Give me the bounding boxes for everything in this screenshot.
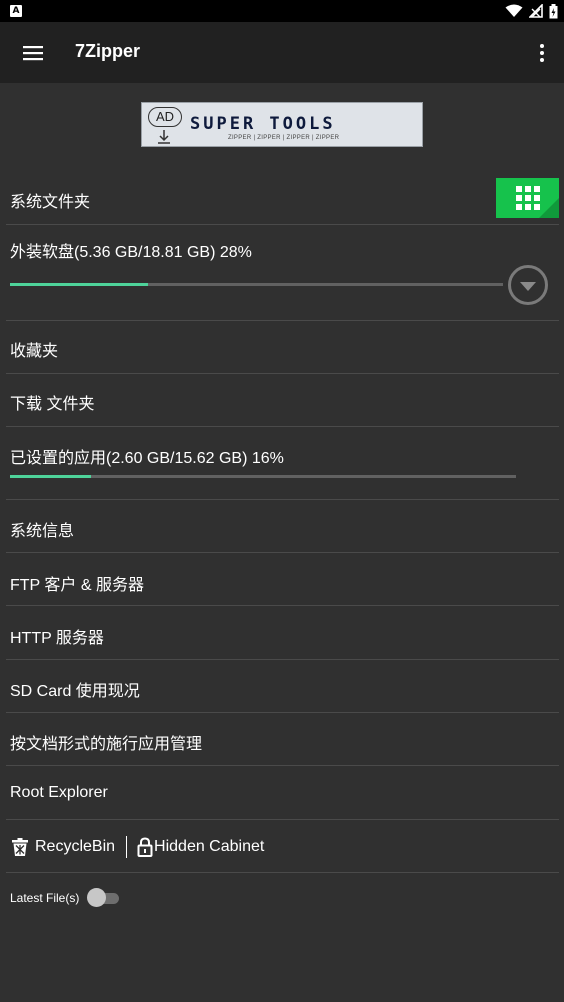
- more-vert-icon[interactable]: [532, 34, 552, 72]
- expand-button[interactable]: [508, 265, 548, 305]
- external-storage-label: 外装软盘(5.36 GB/18.81 GB) 28%: [10, 244, 252, 261]
- list-item-http[interactable]: HTTP 服务器: [0, 606, 564, 659]
- app-bar: 7Zipper: [0, 22, 564, 83]
- divider: [6, 819, 559, 820]
- wifi-icon: [505, 4, 523, 17]
- list-item-app-manager[interactable]: 按文档形式的施行应用管理: [0, 713, 564, 765]
- recycle-bin-button[interactable]: RecycleBin: [35, 838, 115, 856]
- list-item-label: 按文档形式的施行应用管理: [10, 736, 203, 753]
- bin-cabinet-row: RecycleBin Hidden Cabinet: [10, 834, 264, 860]
- external-storage-progress-fill: [10, 283, 149, 286]
- list-item-label: 系统文件夹: [10, 194, 91, 211]
- hidden-cabinet-button[interactable]: Hidden Cabinet: [154, 838, 264, 856]
- grid-view-button[interactable]: [496, 178, 559, 218]
- list-item-system-info[interactable]: 系统信息: [0, 500, 564, 552]
- signal-icon: [529, 4, 543, 18]
- lock-icon: [137, 837, 153, 857]
- status-bar: A: [0, 0, 564, 22]
- list-item-label: SD Card 使用现况: [10, 683, 140, 700]
- status-icons: [505, 3, 558, 19]
- ad-subtitle: ZIPPER | ZIPPER | ZIPPER | ZIPPER: [228, 135, 340, 141]
- list-item-root-explorer[interactable]: Root Explorer: [0, 766, 564, 819]
- app-title: 7Zipper: [75, 41, 141, 61]
- list-item-sdcard[interactable]: SD Card 使用现况: [0, 660, 564, 712]
- external-storage-progress: [10, 283, 503, 286]
- list-item-label: HTTP 服务器: [10, 630, 104, 647]
- menu-icon[interactable]: [14, 34, 52, 72]
- list-item-ftp[interactable]: FTP 客户 & 服务器: [0, 553, 564, 605]
- list-item-installed-apps[interactable]: 已设置的应用(2.60 GB/15.62 GB) 16%: [0, 427, 564, 499]
- list-item-label: 系统信息: [10, 523, 75, 540]
- list-item-label: 下载 文件夹: [10, 396, 95, 413]
- chevron-down-icon: [520, 282, 536, 291]
- installed-apps-progress: [10, 475, 516, 478]
- list-item-external-storage[interactable]: 外装软盘(5.36 GB/18.81 GB) 28%: [0, 225, 564, 320]
- list-item-system-folder[interactable]: 系统文件夹: [0, 178, 564, 224]
- grid-icon: [515, 186, 540, 210]
- list-item-download-folder[interactable]: 下载 文件夹: [0, 374, 564, 426]
- notification-icon: A: [10, 5, 22, 17]
- ad-title: SUPER TOOLS: [190, 114, 336, 134]
- latest-files-toggle[interactable]: [87, 888, 120, 908]
- separator: [126, 836, 128, 858]
- list-item-label: FTP 客户 & 服务器: [10, 577, 144, 594]
- download-icon: [158, 130, 170, 144]
- divider: [6, 872, 559, 873]
- ad-banner[interactable]: AD SUPER TOOLS ZIPPER | ZIPPER | ZIPPER …: [141, 102, 423, 147]
- list-item-favorites[interactable]: 收藏夹: [0, 321, 564, 373]
- trash-icon: [12, 838, 28, 856]
- list-item-label: 收藏夹: [10, 343, 59, 360]
- installed-apps-progress-fill: [10, 475, 91, 478]
- list-item-label: Root Explorer: [10, 784, 108, 801]
- installed-apps-label: 已设置的应用(2.60 GB/15.62 GB) 16%: [10, 450, 284, 467]
- latest-files-label: Latest File(s): [10, 891, 80, 905]
- battery-icon: [549, 3, 558, 18]
- ad-badge: AD: [148, 107, 182, 127]
- latest-files-row: Latest File(s): [10, 888, 120, 908]
